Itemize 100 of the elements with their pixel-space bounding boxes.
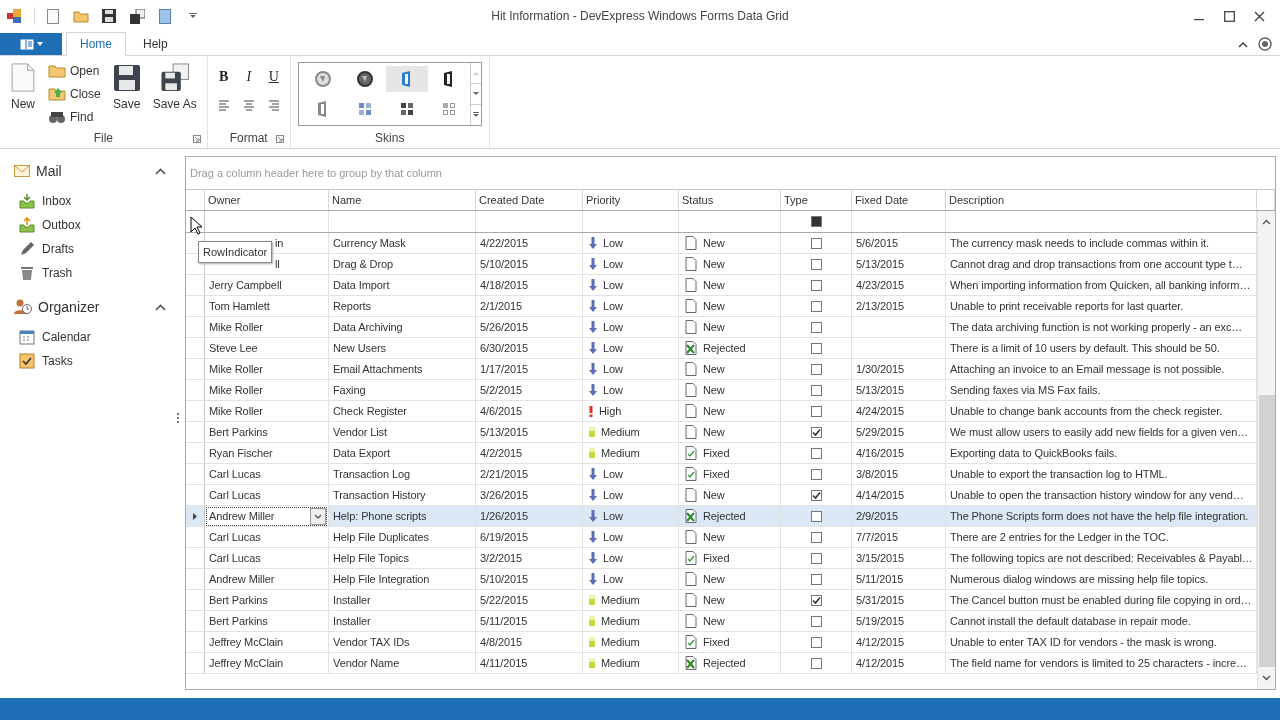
collapse-icon[interactable] bbox=[155, 167, 166, 175]
table-row[interactable]: Jerry Campbell Data Import 4/18/2015 Low New 4/23/2015 When importing information from Quicken, all banking inform… bbox=[186, 275, 1257, 296]
table-row[interactable]: Tom Hamlett Reports 2/1/2015 Low New 2/13/2015 Unable to print receivable reports for last quarter. bbox=[186, 296, 1257, 317]
table-cell: 3/26/2015 bbox=[476, 485, 583, 505]
table-cell: New bbox=[703, 594, 725, 606]
checkbox[interactable] bbox=[810, 363, 822, 375]
checkbox[interactable] bbox=[810, 447, 822, 459]
scrollbar[interactable] bbox=[1257, 211, 1275, 689]
menu-icon[interactable] bbox=[19, 38, 34, 50]
checkbox[interactable] bbox=[810, 384, 822, 396]
table-row[interactable]: Ryan Fischer Data Export 4/2/2015 Medium Fixed 4/16/2015 Exporting data to QuickBooks fails. bbox=[186, 443, 1257, 464]
table-cell: 5/31/2015 bbox=[852, 590, 946, 610]
caret-icon[interactable] bbox=[36, 42, 43, 46]
checkbox[interactable] bbox=[810, 405, 822, 417]
table-row[interactable]: Steve Lee New Users 6/30/2015 Low Rejected There is a limit of 10 users by default. This should be 50. bbox=[186, 338, 1257, 359]
table-cell: Transaction History bbox=[329, 485, 476, 505]
navigation-item[interactable]: Tasks bbox=[0, 353, 180, 369]
table-cell: 5/13/2015 bbox=[852, 254, 946, 274]
checkbox[interactable] bbox=[810, 258, 822, 270]
checkbox[interactable] bbox=[810, 279, 822, 291]
table-row[interactable]: Carl Lucas Help File Duplicates 6/19/2015 Low New 7/7/2015 There are 2 entries for the Ledger in the TOC. bbox=[186, 527, 1257, 548]
checkbox[interactable] bbox=[810, 531, 822, 543]
ribbon-button[interactable]: Find bbox=[48, 107, 101, 127]
ribbon-tab[interactable]: Home bbox=[66, 32, 126, 56]
table-row[interactable]: Andrew Miller Help File Integration 5/10/2015 Low New 5/11/2015 Numerous dialog windows are missing help file topics. bbox=[186, 569, 1257, 590]
table-cell: Ryan Fischer bbox=[205, 443, 329, 463]
down-arrow-icon bbox=[589, 258, 597, 270]
table-row[interactable]: Bert Parkins Installer 5/22/2015 Medium New 5/31/2015 The Cancel button must be enabled during file copying in ord… bbox=[186, 590, 1257, 611]
table-cell: New Users bbox=[329, 338, 476, 358]
table-row[interactable]: Bert Parkins Installer 5/11/2015 Medium New 5/19/2015 Cannot install the default database in repair mode. bbox=[186, 611, 1257, 632]
column-header[interactable]: Description bbox=[946, 190, 1257, 210]
collapse-icon[interactable] bbox=[155, 303, 166, 311]
column-header[interactable]: Created Date bbox=[476, 190, 583, 210]
close-icon[interactable] bbox=[1253, 10, 1265, 22]
ribbon-button[interactable]: Save As bbox=[148, 61, 201, 113]
table-row[interactable]: Mike Roller Faxing 5/2/2015 Low New 5/13/2015 Sending faxes via MS Fax fails. bbox=[186, 380, 1257, 401]
expand-gallery-icon[interactable] bbox=[472, 112, 479, 118]
navigation-item[interactable]: Trash bbox=[0, 265, 180, 281]
underline-button[interactable]: U bbox=[263, 67, 284, 87]
table-row[interactable]: Jeffrey McClain Vendor Name 4/11/2015 Medium Rejected 4/12/2015 The field name for vendors is limited to 25 characters - incre… bbox=[186, 653, 1257, 674]
dialog-launcher-icon[interactable] bbox=[275, 135, 284, 143]
table-cell: Fixed bbox=[703, 636, 730, 648]
checkbox[interactable] bbox=[810, 657, 822, 669]
table-row[interactable]: Bert Parkins Vendor List 5/13/2015 Medium New 5/29/2015 We must allow users to easily add new fields for a given ven… bbox=[186, 422, 1257, 443]
maximize-icon[interactable] bbox=[1223, 10, 1235, 22]
ribbon-button[interactable]: Save bbox=[108, 61, 145, 113]
checkbox[interactable] bbox=[810, 300, 822, 312]
navigation-item[interactable]: Drafts bbox=[0, 241, 180, 257]
scroll-up-icon[interactable] bbox=[1262, 219, 1271, 225]
column-header[interactable]: Fixed Date bbox=[852, 190, 946, 210]
ribbon-button[interactable]: Open bbox=[48, 61, 101, 81]
table-cell: 5/11/2015 bbox=[852, 569, 946, 589]
document-check-icon bbox=[685, 467, 697, 481]
collapse-ribbon-icon[interactable] bbox=[1238, 40, 1248, 48]
table-row[interactable]: Mike Roller Data Archiving 5/26/2015 Low New The data archiving function is not working properly - an exc… bbox=[186, 317, 1257, 338]
checkbox[interactable] bbox=[810, 594, 822, 606]
ribbon-button[interactable]: Close bbox=[48, 84, 101, 104]
checkbox[interactable] bbox=[810, 237, 822, 249]
checkbox[interactable] bbox=[810, 489, 822, 501]
application-menu-button[interactable] bbox=[0, 33, 62, 55]
table-cell: Low bbox=[603, 258, 623, 270]
table-cell: 2/9/2015 bbox=[852, 506, 946, 526]
checkbox[interactable] bbox=[810, 426, 822, 438]
navigation-item[interactable]: Inbox bbox=[0, 193, 180, 209]
table-row[interactable]: Carl Lucas Transaction Log 2/21/2015 Low Fixed 3/8/2015 Unable to export the transaction log to HTML. bbox=[186, 464, 1257, 485]
dropdown-field[interactable]: Andrew Miller bbox=[206, 506, 327, 526]
ribbon-button[interactable]: New bbox=[6, 61, 40, 113]
checkbox[interactable] bbox=[810, 510, 822, 522]
caret-icon[interactable] bbox=[314, 513, 322, 519]
navigation-item[interactable]: Calendar bbox=[0, 329, 180, 345]
table-row[interactable]: Mike Roller Email Attachments 1/17/2015 Low New 1/30/2015 Attaching an invoice to an Email message is not possible. bbox=[186, 359, 1257, 380]
checkbox[interactable] bbox=[810, 216, 822, 227]
table-row[interactable]: Mike Roller Check Register 4/6/2015 High New 4/24/2015 Unable to change bank accounts from the check register. bbox=[186, 401, 1257, 422]
bold-button[interactable]: B bbox=[213, 67, 234, 87]
navigation-item[interactable]: Outbox bbox=[0, 217, 180, 233]
checkbox[interactable] bbox=[810, 321, 822, 333]
checkbox[interactable] bbox=[810, 636, 822, 648]
column-header[interactable]: Owner bbox=[205, 190, 329, 210]
checkbox[interactable] bbox=[810, 342, 822, 354]
column-header[interactable]: Name bbox=[329, 190, 476, 210]
italic-button[interactable]: I bbox=[238, 67, 259, 87]
table-cell: Medium bbox=[601, 615, 640, 627]
checkbox[interactable] bbox=[810, 573, 822, 585]
checkbox[interactable] bbox=[810, 468, 822, 480]
navigation-group-header[interactable]: Organizer bbox=[0, 297, 180, 317]
scroll-down-icon[interactable] bbox=[1262, 675, 1271, 681]
navigation-group-header[interactable]: Mail bbox=[0, 161, 180, 181]
checkbox[interactable] bbox=[810, 615, 822, 627]
dialog-launcher-icon[interactable] bbox=[192, 135, 201, 143]
table-row[interactable]: Jeffrey McClain Vendor TAX IDs 4/8/2015 Medium Fixed 4/12/2015 Unable to enter TAX ID for vendors - the mask is wrong. bbox=[186, 632, 1257, 653]
column-header[interactable]: Priority bbox=[583, 190, 679, 210]
column-header[interactable]: Type bbox=[781, 190, 852, 210]
column-header[interactable]: Status bbox=[679, 190, 781, 210]
document-icon bbox=[685, 362, 697, 376]
table-row[interactable]: Andrew Miller Help: Phone scripts 1/26/2015 Low Rejected 2/9/2015 The Phone Scripts form does not have the help file integration. bbox=[186, 506, 1257, 527]
table-cell: Low bbox=[603, 342, 623, 354]
scroll-down-icon[interactable] bbox=[472, 92, 479, 96]
checkbox[interactable] bbox=[810, 552, 822, 564]
table-row[interactable]: Carl Lucas Help File Topics 3/2/2015 Low Fixed 3/15/2015 The following topics are not described: Receivables & Payabl… bbox=[186, 548, 1257, 569]
ribbon-tab[interactable]: Help bbox=[130, 33, 181, 55]
